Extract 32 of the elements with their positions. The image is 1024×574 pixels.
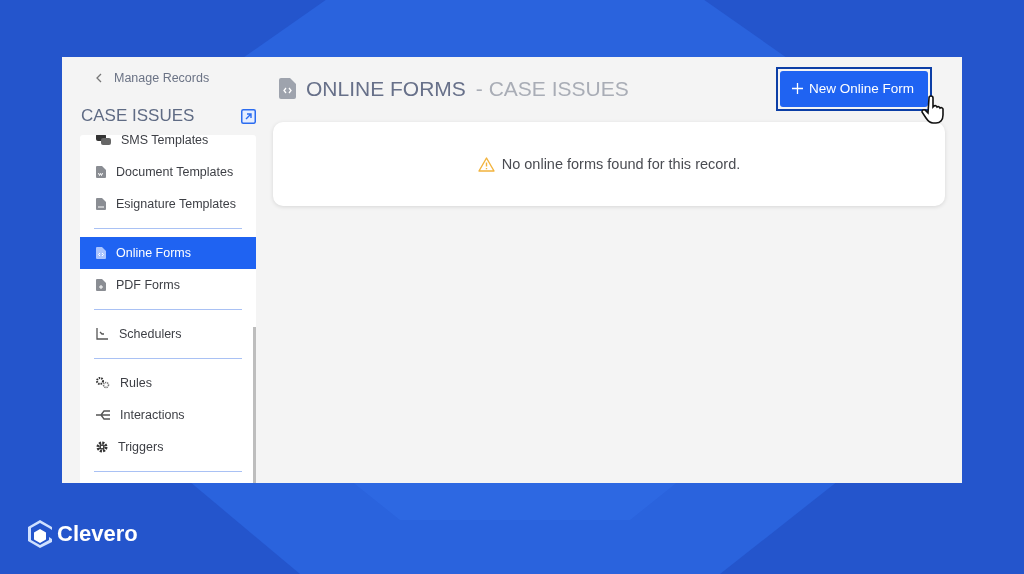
back-link[interactable]: Manage Records [96,71,262,85]
gears-icon [96,377,110,389]
branch-icon [96,409,110,421]
document-icon [96,279,106,291]
warning-icon [477,156,495,172]
new-online-form-button[interactable]: New Online Form [779,70,928,107]
empty-message: No online forms found for this record. [501,156,741,172]
menu-item[interactable]: Esignature Templates [80,188,256,220]
settings-icon [96,441,108,453]
cube-logo-icon [27,519,53,549]
brand-name: Clevero [57,521,138,547]
document-icon [96,198,106,210]
page-title: ONLINE FORMS [306,76,466,101]
menu-item[interactable]: Online Forms [80,237,256,269]
chart-icon [96,328,109,340]
menu-item[interactable]: Rules [80,367,256,399]
document-icon [96,166,106,178]
menu-item[interactable]: SMS Templates [80,135,256,156]
menu-item[interactable]: PDF Forms [80,269,256,301]
menu-item[interactable]: Schedulers [80,318,256,350]
chevron-left-icon [96,73,102,83]
plus-icon [791,83,803,94]
page-subtitle: - CASE ISSUES [475,76,629,101]
section-title: CASE ISSUES [81,106,195,126]
scrollbar[interactable] [253,327,256,483]
menu-item[interactable]: Document Templates [80,156,256,188]
code-file-icon [279,78,296,99]
chat-icon [96,135,111,146]
external-link-icon[interactable] [241,108,256,124]
menu-item[interactable]: Triggers [80,431,256,463]
document-icon [96,247,106,259]
menu-item[interactable]: Interactions [80,399,256,431]
